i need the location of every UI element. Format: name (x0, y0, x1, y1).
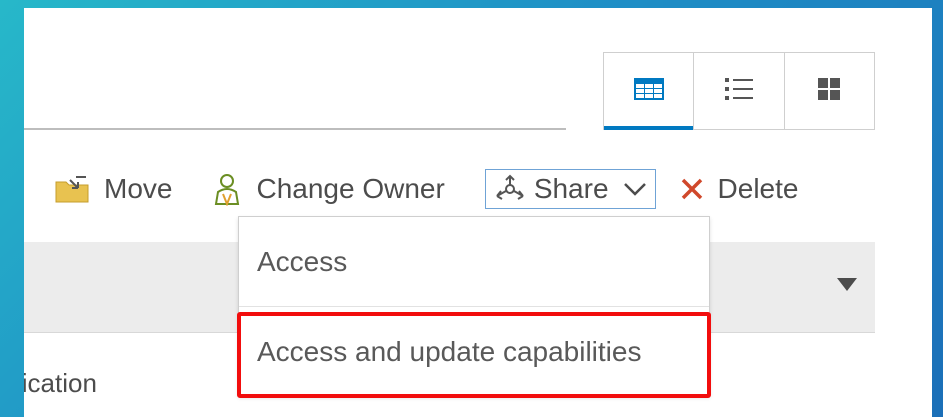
menu-item-access[interactable]: Access (239, 217, 709, 307)
view-toggle-group (603, 52, 875, 130)
table-view-button[interactable] (604, 53, 695, 130)
list-view-button[interactable] (694, 53, 785, 129)
share-label: Share (533, 173, 609, 204)
x-delete-icon (680, 177, 704, 201)
share-icon (494, 174, 526, 204)
content-panel: Move Change Owner Share Delete lication … (24, 8, 932, 417)
folder-move-icon (54, 174, 90, 204)
search-input-underline[interactable] (24, 128, 566, 130)
delete-button[interactable]: Delete (680, 173, 799, 205)
share-button[interactable]: Share (484, 169, 656, 209)
item-toolbar: Move Change Owner Share Delete (54, 168, 838, 210)
change-owner-label: Change Owner (256, 173, 445, 204)
list-view-icon (724, 76, 754, 107)
grid-view-icon (817, 77, 841, 106)
move-button[interactable]: Move (54, 173, 172, 205)
grid-view-button[interactable] (785, 53, 874, 129)
menu-item-access-update-capabilities[interactable]: Access and update capabilities (239, 307, 709, 397)
move-label: Move (104, 173, 173, 204)
table-view-icon (633, 77, 665, 106)
delete-label: Delete (717, 173, 799, 204)
caret-down-icon (837, 278, 857, 291)
partial-row-text: lication (24, 368, 97, 398)
person-icon (212, 172, 242, 206)
chevron-down-icon (623, 182, 647, 196)
change-owner-button[interactable]: Change Owner (212, 172, 445, 206)
share-dropdown-menu: Access Access and update capabilities (238, 216, 710, 396)
